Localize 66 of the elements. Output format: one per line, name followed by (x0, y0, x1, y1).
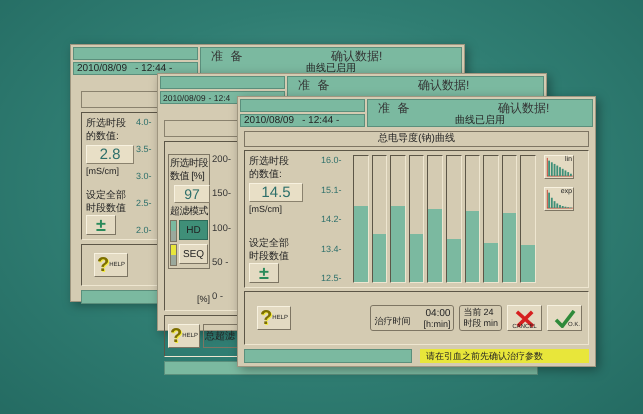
message-text: 确认数据! (417, 78, 470, 92)
axis-label: 100- (212, 222, 232, 234)
segment-slider[interactable] (427, 155, 443, 283)
treatment-time-unit: [h:min] (423, 318, 450, 328)
mode-label: 超滤模式 (170, 205, 208, 218)
segment-slider[interactable] (408, 155, 424, 283)
current-segment-label: 当前 (463, 307, 482, 318)
segment-slider[interactable] (353, 155, 369, 283)
current-segment-value: 24 (483, 307, 494, 318)
mode-button[interactable]: HD (179, 220, 208, 240)
message-text: 确认数据! (497, 100, 550, 114)
axis-label: 3.5- (136, 144, 153, 154)
value-label: 所选时段 的数值: (249, 155, 290, 181)
value-field[interactable]: 2.8 (86, 145, 134, 164)
axis-label: 200- (212, 154, 232, 165)
time-text: - 12:44 - (302, 115, 340, 126)
subtitle-text: 曲线已启用 (306, 63, 356, 74)
set-all-label: 设定全部 时段数值 (86, 189, 127, 215)
chart-title: 总电导度(钠)曲线 (244, 131, 589, 147)
segment-slider[interactable] (446, 155, 462, 283)
cross-icon (514, 310, 536, 328)
status-message: 请在引血之前先确认治疗参数 (420, 349, 589, 363)
axis-label: 2.5- (136, 198, 153, 208)
segment-slider[interactable] (520, 155, 536, 283)
axis-label: 0 - (212, 291, 224, 302)
segment-slider[interactable] (502, 155, 518, 283)
segment-slider[interactable] (372, 155, 388, 283)
treatment-time-label: 治疗时间 (374, 315, 410, 328)
axis-label: 4.0- (136, 117, 153, 127)
unit-label: [mS/cm] (86, 166, 120, 176)
total-label: 总超滤 (205, 330, 235, 343)
status-text: 准 备 (377, 100, 412, 114)
current-segment-unit: min (483, 318, 498, 329)
time-text: - 12:44 - (135, 63, 172, 74)
axis-label: 3.0- (136, 171, 153, 181)
axis-label: 12.5- (321, 273, 343, 283)
date-text: 2010/08/09 (77, 63, 128, 74)
date-text: 2010/08/09 (163, 92, 206, 102)
mode-button[interactable]: SEQ (179, 244, 208, 264)
subtitle-text: 曲线已启用 (455, 115, 505, 126)
value-label: 所选时段 的数值: (86, 117, 127, 143)
axis-label: 16.0- (321, 155, 343, 165)
axis-label: 50 - (212, 256, 230, 268)
message-text: 确认数据! (330, 48, 384, 62)
value-field[interactable]: 14.5 (249, 183, 303, 202)
value-field[interactable]: 97 (174, 185, 210, 203)
axis-label: 13.4- (321, 244, 343, 254)
set-all-label: 设定全部 时段数值 (249, 237, 290, 263)
bar-graph-icon (546, 189, 574, 209)
segment-slider[interactable] (464, 155, 480, 283)
date-text: 2010/08/09 (244, 115, 294, 126)
axis-unit: [%] (196, 294, 210, 304)
axis-label: 15.1- (321, 184, 343, 194)
current-segment-label: 时段 (463, 318, 482, 329)
bar-graph-icon (546, 157, 574, 177)
segment-slider[interactable] (483, 155, 499, 283)
status-text: 准 备 (210, 48, 246, 62)
treatment-time-value: 04:00 (425, 308, 450, 318)
value-label: 所选时段 数值 [%] (170, 157, 208, 183)
axis-label: 2.0- (136, 225, 153, 235)
unit-label: [mS/cm] (249, 204, 283, 214)
axis-label: 14.2- (321, 214, 343, 224)
axis-label: 150- (212, 188, 232, 200)
segment-slider[interactable] (390, 155, 406, 283)
time-text: - 12:4 (208, 92, 230, 102)
status-text: 准 备 (297, 78, 332, 92)
